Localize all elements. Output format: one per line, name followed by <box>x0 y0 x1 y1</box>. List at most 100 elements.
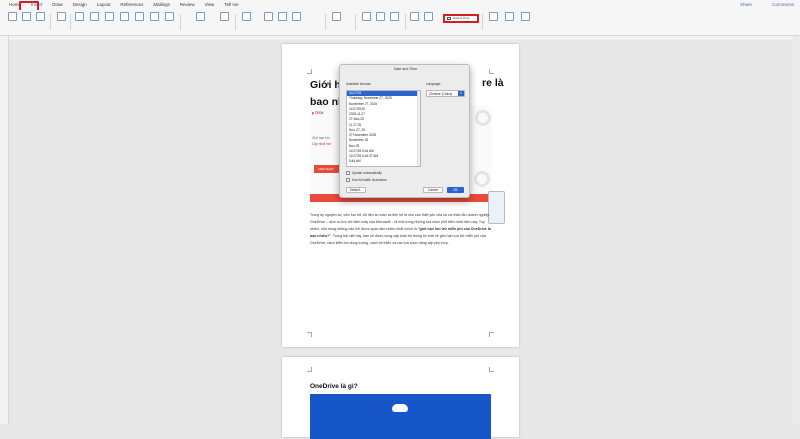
full-width-checkbox[interactable] <box>346 178 350 182</box>
margin-corner <box>307 332 312 337</box>
tab-view[interactable]: View <box>200 0 220 10</box>
footer-button[interactable] <box>374 12 387 32</box>
link-button[interactable] <box>262 12 275 32</box>
text-box-icon <box>410 12 419 21</box>
cloud-icon <box>392 404 408 412</box>
smartart-icon <box>135 12 144 21</box>
section-heading: OneDrive là gì? <box>310 383 358 390</box>
wordart-icon <box>424 12 433 21</box>
page-break-icon <box>36 12 45 21</box>
article-intro-paragraph: Trong kỷ nguyên số, việc lưu trữ dữ liệu… <box>310 213 491 245</box>
cancel-button[interactable]: Cancel <box>423 187 443 193</box>
banner-caption: Giới hạn lưu <box>312 136 330 140</box>
language-value: Chinese (China) <box>429 92 453 96</box>
pictures-icon <box>75 12 84 21</box>
text-box-button[interactable] <box>408 12 421 32</box>
video-icon <box>242 12 251 21</box>
format-option[interactable]: 5:44 AM <box>347 159 420 164</box>
equation-icon <box>489 12 498 21</box>
update-automatically-label: Update automatically <box>352 171 382 175</box>
wordart-button[interactable] <box>422 12 435 32</box>
language-label: Language: <box>426 82 442 86</box>
page-number-button[interactable] <box>388 12 401 32</box>
brand-logo: ▮ TECH <box>312 111 324 115</box>
header-button[interactable] <box>360 12 373 32</box>
insert-ribbon <box>0 10 800 36</box>
symbol-icon <box>505 12 514 21</box>
comments-button[interactable]: Comments <box>772 2 794 7</box>
3d-model-icon <box>120 12 129 21</box>
margin-corner <box>489 332 494 337</box>
calendar-icon <box>447 17 451 20</box>
footer-icon <box>376 12 385 21</box>
blank-page-button[interactable] <box>20 12 33 32</box>
language-select[interactable]: Chinese (China) ▾ <box>426 90 465 97</box>
get-add-ins-button[interactable] <box>188 12 212 32</box>
chevron-down-icon: ▾ <box>458 91 464 96</box>
cross-reference-button[interactable] <box>290 12 303 32</box>
margin-corner <box>489 69 494 74</box>
default-button[interactable]: Default... <box>346 187 366 193</box>
link-icon <box>264 12 273 21</box>
ribbon-tab-bar: Home Insert Draw Design Layout Reference… <box>0 0 800 10</box>
header-icon <box>362 12 371 21</box>
table-button[interactable] <box>55 12 68 32</box>
share-button[interactable]: Share <box>740 2 752 7</box>
pictures-button[interactable] <box>73 12 86 32</box>
tab-references[interactable]: References <box>115 0 148 10</box>
tab-mailings[interactable]: Mailings <box>148 0 175 10</box>
screenshot-button[interactable] <box>163 12 176 32</box>
smartart-button[interactable] <box>133 12 146 32</box>
page-number-icon <box>390 12 399 21</box>
date-time-button[interactable]: Date & Time <box>443 14 479 23</box>
page-break-button[interactable] <box>34 12 47 32</box>
advanced-symbol-button[interactable] <box>503 12 516 32</box>
bookmark-icon <box>278 12 287 21</box>
onedrive-image <box>310 394 491 439</box>
cross-reference-icon <box>292 12 301 21</box>
update-automatically-checkbox[interactable] <box>346 171 350 175</box>
3d-models-button[interactable] <box>118 12 131 32</box>
add-ins-icon <box>195 12 205 21</box>
wikipedia-icon <box>220 12 229 21</box>
ok-button[interactable]: OK <box>447 187 464 193</box>
comment-button[interactable] <box>330 12 343 32</box>
date-time-dialog: Date and Time Available formats: Languag… <box>339 64 470 198</box>
document-page-2[interactable]: OneDrive là gì? <box>282 357 519 439</box>
chart-button[interactable] <box>148 12 161 32</box>
formats-list[interactable]: 11/27/25 Thursday, November 27, 2025 Nov… <box>346 90 421 167</box>
margin-corner <box>307 69 312 74</box>
icons-button[interactable] <box>103 12 116 32</box>
comment-icon <box>332 12 341 21</box>
tab-design[interactable]: Design <box>68 0 92 10</box>
vertical-ruler <box>0 36 9 424</box>
formats-scrollbar[interactable] <box>417 91 420 166</box>
cover-page-icon <box>8 12 17 21</box>
cover-page-button[interactable] <box>6 12 19 32</box>
equation-button[interactable] <box>487 12 500 32</box>
screenshot-icon <box>165 12 174 21</box>
title-line-1-end: re là <box>482 77 504 89</box>
tab-tell-me[interactable]: Tell me <box>219 0 243 10</box>
formats-label: Available formats: <box>346 82 372 86</box>
table-icon <box>57 12 66 21</box>
banner-subcaption: Cập nhật mới <box>312 142 332 146</box>
full-width-label: Use full width characters <box>352 178 387 182</box>
tab-draw[interactable]: Draw <box>47 0 68 10</box>
shapes-icon <box>90 12 99 21</box>
shapes-button[interactable] <box>88 12 101 32</box>
vertical-scrollbar[interactable] <box>793 36 800 424</box>
decor-circle <box>474 171 490 187</box>
horizontal-ruler <box>9 36 800 40</box>
blank-page-icon <box>22 12 31 21</box>
chart-icon <box>150 12 159 21</box>
dialog-title: Date and Time <box>393 67 418 71</box>
media-button[interactable] <box>240 12 253 32</box>
margin-corner <box>489 367 494 372</box>
tab-layout[interactable]: Layout <box>92 0 116 10</box>
bookmark-button[interactable] <box>276 12 289 32</box>
wikipedia-button[interactable] <box>218 12 231 32</box>
number-icon <box>521 12 530 21</box>
number-button[interactable] <box>519 12 532 32</box>
tab-review[interactable]: Review <box>175 0 200 10</box>
